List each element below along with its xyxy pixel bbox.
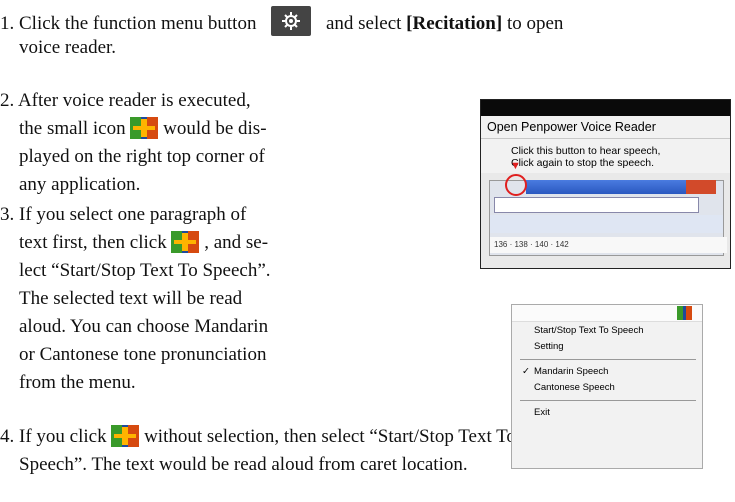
voice-reader-icon [171,231,200,253]
format-toolbar-row [490,215,723,233]
red-arrow-icon: ▼ [510,160,521,172]
step-2-line-1: 2. After voice reader is executed, [0,90,251,111]
step-3-line-1: 3. If you select one paragraph of [0,204,247,225]
step-1-line-1: 1. Click the function menu button and se… [0,6,563,36]
step-4-line-1: 4. If you click without selection, then … [0,424,516,449]
font-combo [494,197,699,213]
step-2-line-4: any application. [19,174,141,195]
step-3-text-b: , and se- [204,232,269,253]
tooltip-line-2: Click again to stop the speech. [511,157,655,169]
step-3-line-6: or Cantonese tone pronunciation [19,344,267,365]
voice-reader-icon [111,425,140,447]
context-menu: Start/Stop Text To Speech Setting ✓ Mand… [520,323,696,421]
step-4-text-a: 4. If you click [0,426,107,447]
step-1-text-c: to open [506,13,564,34]
menu-item-start-stop: Start/Stop Text To Speech [534,325,644,336]
menu-separator [520,359,696,360]
step-4-text-b: without selection, then select “Start/St… [144,426,516,447]
tooltip-line-1: Click this button to hear speech, [511,145,661,157]
step-2-text-b: would be dis- [163,118,267,139]
checkmark-icon: ✓ [522,366,530,377]
menu-item-cantonese: Cantonese Speech [534,382,615,393]
voice-reader-icon [130,117,159,139]
ruler: 136 · 138 · 140 · 142 [490,237,727,253]
step-3-text-a: text first, then click [19,232,167,253]
menu-item-exit: Exit [534,407,550,418]
step-1-text-a: 1. Click the function menu button [0,13,257,34]
step-4-line-2: Speech”. The text would be read aloud fr… [19,454,468,475]
context-menu-screenshot: Start/Stop Text To Speech Setting ✓ Mand… [511,304,703,469]
window-buttons [526,180,716,194]
menu-header [512,305,702,322]
step-2-line-3: played on the right top corner of [19,146,265,167]
menu-item-mandarin-label: Mandarin Speech [534,366,609,377]
screenshot-top-bar [481,100,730,116]
voice-reader-icon [677,306,692,320]
menu-separator [520,400,696,401]
highlight-circle [505,174,527,196]
close-icon [686,180,716,194]
step-3-line-2: text first, then click , and se- [19,230,268,255]
voice-reader-screenshot: Open Penpower Voice Reader Click this bu… [480,99,731,269]
menu-item-mandarin: ✓ Mandarin Speech [520,364,696,380]
step-3-line-7: from the menu. [19,372,136,393]
recitation-label: [Recitation] [406,13,503,34]
gear-icon [282,12,301,30]
menu-item-setting: Setting [534,341,564,352]
step-2-text-a: the small icon [19,118,126,139]
step-1-line-2: voice reader. [19,37,117,58]
tooltip-title: Open Penpower Voice Reader [481,116,730,139]
step-2-line-2: the small icon would be dis- [19,116,267,141]
step-1-text-b: and select [325,13,402,34]
step-3-line-3: lect “Start/Stop Text To Speech”. [19,260,271,281]
function-menu-button [271,6,312,36]
step-3-line-5: aloud. You can choose Mandarin [19,316,269,337]
step-3-line-4: The selected text will be read [19,288,243,309]
